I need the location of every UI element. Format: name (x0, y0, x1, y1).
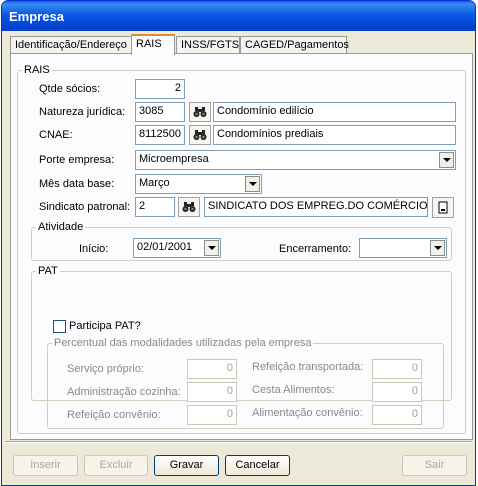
mes-data-base-label: Mês data base: (39, 178, 115, 190)
tab-label: RAIS (136, 38, 162, 50)
porte-empresa-select[interactable]: Microempresa (135, 150, 456, 170)
chevron-down-icon[interactable] (439, 152, 454, 168)
qtde-socios-label: Qtde sócios: (39, 83, 101, 95)
sindicato-patronal-description-input[interactable]: SINDICATO DOS EMPREG.DO COMÉRCIO DE (204, 197, 428, 217)
encerramento-label: Encerramento: (279, 243, 352, 255)
excluir-button[interactable]: Excluir (84, 455, 148, 476)
inicio-date-picker[interactable]: 02/01/2001 (133, 238, 221, 258)
porte-empresa-value: Microempresa (139, 153, 209, 165)
cesta-alimentos-input[interactable]: 0 (372, 382, 422, 402)
administracao-cozinha-label: Administração cozinha: (67, 386, 181, 398)
tab-label: INSS/FGTS (181, 39, 240, 51)
administracao-cozinha-input[interactable]: 0 (187, 382, 237, 402)
document-icon (438, 201, 448, 214)
chevron-down-icon[interactable] (245, 176, 260, 192)
alimentacao-convenio-label: Alimentação convênio: (252, 407, 363, 419)
natureza-juridica-description-input[interactable]: Condomínio edilício (213, 102, 456, 122)
participa-pat-checkbox[interactable] (53, 320, 66, 333)
inicio-value: 02/01/2001 (137, 241, 193, 253)
cancelar-button[interactable]: Cancelar (225, 455, 290, 476)
chevron-down-icon[interactable] (430, 240, 445, 256)
natureza-juridica-label: Natureza jurídica: (39, 106, 126, 118)
alimentacao-convenio-input[interactable]: 0 (372, 405, 422, 425)
refeicao-convenio-input[interactable]: 0 (187, 405, 237, 425)
sindicato-patronal-lookup-button[interactable] (178, 197, 200, 217)
cnae-code-input[interactable]: 8112500 (135, 125, 185, 145)
window-title: Empresa (9, 9, 64, 24)
binoculars-icon (182, 202, 196, 212)
sindicato-patronal-code-input[interactable]: 2 (135, 197, 175, 217)
refeicao-convenio-label: Refeição convênio: (67, 409, 161, 421)
sindicato-patronal-label: Sindicato patronal: (39, 201, 131, 213)
servico-proprio-input[interactable]: 0 (187, 359, 237, 379)
refeicao-transportada-input[interactable]: 0 (372, 359, 422, 379)
inicio-label: Início: (79, 243, 109, 255)
mes-data-base-value: Março (139, 177, 170, 189)
tab-label: Identificação/Endereço (15, 39, 127, 51)
tab-inss-fgts[interactable]: INSS/FGTS (176, 36, 240, 54)
empresa-window: Empresa Identificação/Endereço RAIS INSS… (1, 0, 476, 486)
tab-identificacao-endereco[interactable]: Identificação/Endereço (10, 36, 132, 54)
rais-group-label: RAIS (24, 64, 50, 76)
atividade-group-label: Atividade (38, 221, 84, 233)
refeicao-transportada-label: Refeição transportada: (252, 361, 364, 373)
cnae-description-input[interactable]: Condomínios prediais (213, 125, 456, 145)
tab-rais[interactable]: RAIS (131, 34, 175, 55)
encerramento-date-picker[interactable] (359, 238, 447, 258)
modalidades-group-label: Percentual das modalidades utilizadas pe… (54, 337, 312, 349)
tab-label: CAGED/Pagamentos (245, 39, 349, 51)
natureza-juridica-code-input[interactable]: 3085 (135, 102, 185, 122)
participa-pat-label: Participa PAT? (69, 320, 141, 332)
servico-proprio-label: Serviço próprio: (67, 363, 145, 375)
pat-group-label: PAT (38, 265, 58, 277)
title-bar: Empresa (2, 1, 475, 31)
window-body: Identificação/Endereço RAIS INSS/FGTS CA… (5, 31, 473, 482)
inserir-button[interactable]: Inserir (13, 455, 78, 476)
mes-data-base-select[interactable]: Março (135, 174, 262, 194)
qtde-socios-input[interactable]: 2 (135, 79, 185, 99)
cnae-label: CNAE: (39, 129, 73, 141)
natureza-juridica-lookup-button[interactable] (189, 102, 211, 122)
tab-caged-pagamentos[interactable]: CAGED/Pagamentos (240, 36, 349, 54)
cnae-lookup-button[interactable] (189, 125, 211, 145)
sair-button[interactable]: Sair (402, 455, 467, 476)
chevron-down-icon[interactable] (204, 240, 219, 256)
porte-empresa-label: Porte empresa: (39, 154, 115, 166)
footer-separator (5, 441, 472, 443)
sindicato-patronal-detail-button[interactable] (432, 197, 454, 218)
rais-tab-panel: RAIS Qtde sócios: 2 Natureza jurídica: 3… (10, 53, 473, 440)
cesta-alimentos-label: Cesta Alimentos: (252, 384, 335, 396)
binoculars-icon (193, 107, 207, 117)
binoculars-icon (193, 130, 207, 140)
gravar-button[interactable]: Gravar (154, 455, 219, 476)
